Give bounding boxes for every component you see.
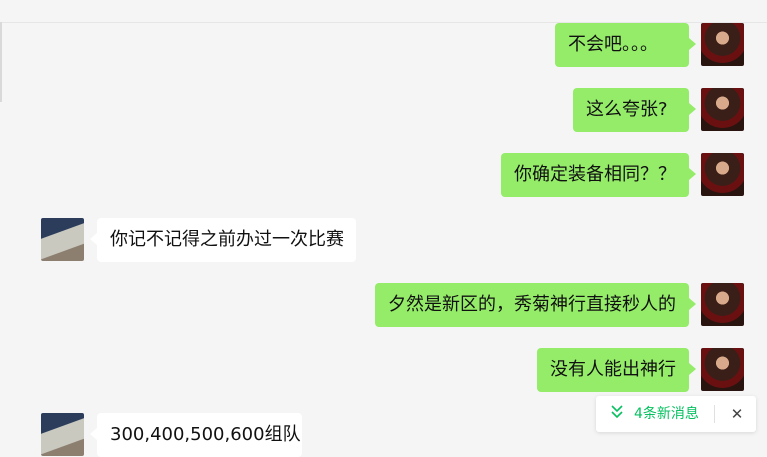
message-row-outgoing: 不会吧。。。 — [0, 23, 767, 67]
chat-top-bar — [0, 0, 767, 23]
message-bubble[interactable]: 这么夸张? — [573, 88, 689, 132]
message-row-outgoing: 没有人能出神行 — [0, 348, 767, 392]
bubble-tail — [689, 38, 696, 50]
message-row-outgoing: 你确定装备相同？？ — [0, 153, 767, 197]
avatar[interactable] — [41, 413, 84, 456]
bubble-tail — [689, 168, 696, 180]
message-bubble[interactable]: 没有人能出神行 — [537, 348, 689, 392]
double-chevron-down-icon — [611, 405, 623, 419]
message-bubble[interactable]: 夕然是新区的，秀菊神行直接秒人的 — [375, 283, 689, 327]
bubble-tail — [689, 103, 696, 115]
bubble-tail — [90, 428, 97, 440]
avatar[interactable] — [701, 153, 744, 196]
bubble-tail — [689, 298, 696, 310]
divider — [714, 405, 715, 423]
new-messages-label[interactable]: 4条新消息 — [634, 396, 699, 432]
close-icon[interactable]: ✕ — [726, 396, 748, 432]
avatar[interactable] — [701, 348, 744, 391]
message-bubble[interactable]: 300,400,500,600组队 — [97, 413, 302, 457]
bubble-tail — [689, 363, 696, 375]
message-row-outgoing: 夕然是新区的，秀菊神行直接秒人的 — [0, 283, 767, 327]
avatar[interactable] — [701, 283, 744, 326]
avatar[interactable] — [701, 23, 744, 66]
message-row-outgoing: 这么夸张? — [0, 88, 767, 132]
bubble-tail — [90, 233, 97, 245]
message-bubble[interactable]: 你确定装备相同？？ — [501, 153, 689, 197]
message-bubble[interactable]: 不会吧。。。 — [555, 23, 689, 67]
new-messages-banner[interactable]: 4条新消息 ✕ — [596, 396, 756, 432]
avatar[interactable] — [41, 218, 84, 261]
message-bubble[interactable]: 你记不记得之前办过一次比赛 — [97, 218, 356, 262]
message-row-incoming: 你记不记得之前办过一次比赛 — [0, 218, 767, 262]
avatar[interactable] — [701, 88, 744, 131]
